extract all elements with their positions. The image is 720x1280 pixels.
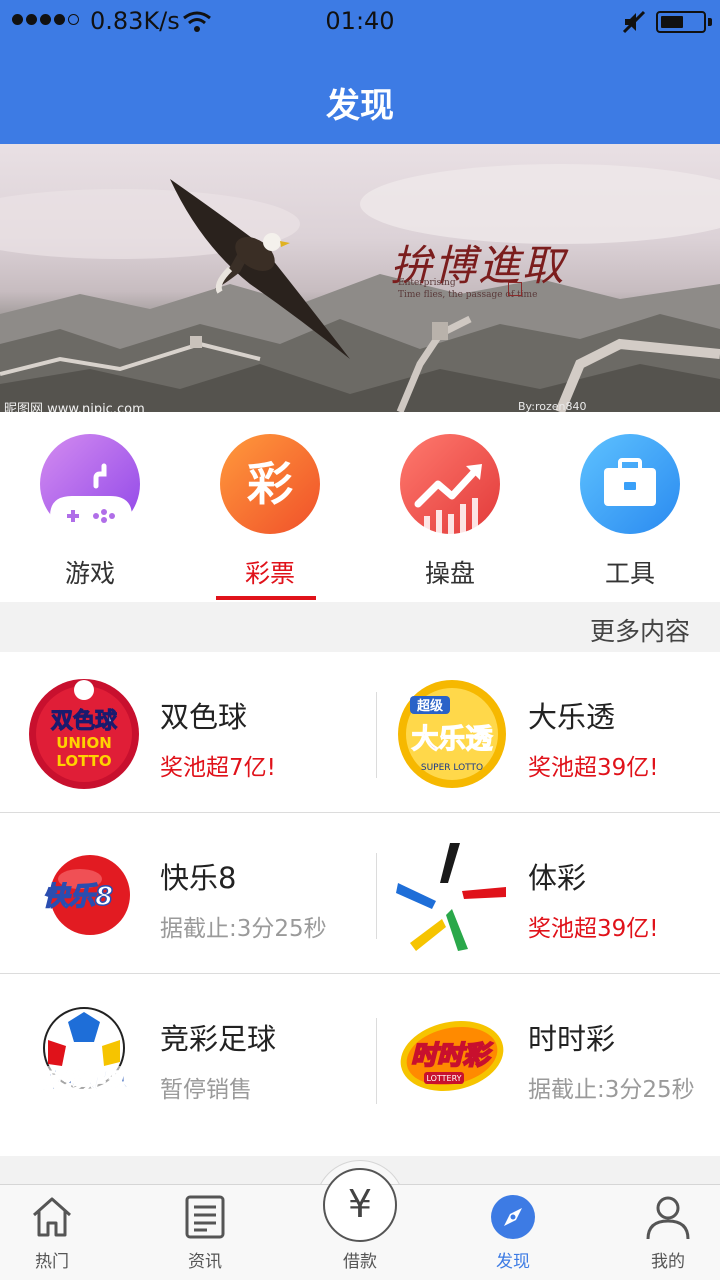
category-tabs: 游戏 彩 彩票 操盘 工具 xyxy=(0,412,720,602)
lottery-jackpot: 奖池超39亿! xyxy=(528,755,659,781)
lottery-jackpot: 奖池超7亿! xyxy=(160,755,276,781)
super-lotto-logo: 超级 大乐透 SUPER LOTTO xyxy=(398,680,506,788)
lottery-deadline: 据截止:3分25秒 xyxy=(528,1077,695,1103)
mute-icon xyxy=(622,10,646,34)
category-label-tools: 工具 xyxy=(604,559,655,588)
svg-text:时时彩: 时时彩 xyxy=(411,1041,493,1071)
banner-subtitle-1: Enterprising xyxy=(398,278,456,288)
banner-watermark-right: By:rozen840 No.20140404154027573 xyxy=(518,400,587,412)
lottery-status: 暂停销售 xyxy=(160,1077,252,1103)
svg-text:LOTTO: LOTTO xyxy=(56,752,111,770)
compass-icon xyxy=(491,1195,535,1239)
app-header: 发现 xyxy=(0,44,720,144)
svg-text:UNION: UNION xyxy=(56,734,112,752)
more-content-link[interactable]: 更多内容 xyxy=(590,612,690,648)
svg-text:双色球: 双色球 xyxy=(51,708,118,734)
lottery-item-sports-lottery[interactable]: 体彩 奖池超39亿! xyxy=(368,813,712,973)
lottery-name: 大乐透 xyxy=(528,700,616,734)
promo-banner[interactable]: 拚博進取 Enterprising Time flies, the passag… xyxy=(0,144,720,412)
union-lotto-logo: 双色球 UNION LOTTO xyxy=(29,679,139,789)
category-label-lottery: 彩票 xyxy=(244,559,295,588)
tab-hot[interactable]: 热门 xyxy=(0,1185,112,1280)
category-tab-games[interactable]: 游戏 xyxy=(0,412,180,602)
lottery-name: 双色球 xyxy=(160,700,248,734)
lottery-name: 快乐8 xyxy=(160,861,237,895)
tab-mine[interactable]: 我的 xyxy=(608,1185,720,1280)
toolbox-icon xyxy=(580,434,680,534)
kuaile8-logo: 快乐8 xyxy=(42,855,130,935)
tab-label-mine: 我的 xyxy=(651,1252,685,1272)
category-tab-trading[interactable]: 操盘 xyxy=(360,412,540,602)
news-icon xyxy=(185,1195,225,1239)
active-tab-indicator xyxy=(216,596,316,600)
tab-label-discover: 发现 xyxy=(496,1252,530,1272)
battery-tip xyxy=(708,18,712,26)
yen-icon[interactable]: ¥ xyxy=(323,1168,397,1242)
svg-text:超级: 超级 xyxy=(417,698,444,714)
football-logo: 竞彩足球 xyxy=(30,1007,138,1094)
status-bar: 0.83K/s 01:40 xyxy=(0,0,720,44)
category-label-trading: 操盘 xyxy=(424,559,475,588)
category-label-games: 游戏 xyxy=(64,559,115,588)
lottery-name: 体彩 xyxy=(528,861,587,895)
tab-label-news: 资讯 xyxy=(188,1252,222,1272)
svg-text:SUPER LOTTO: SUPER LOTTO xyxy=(421,763,483,773)
tab-news[interactable]: 资讯 xyxy=(145,1185,265,1280)
user-icon xyxy=(646,1196,690,1240)
lottery-jackpot: 奖池超39亿! xyxy=(528,916,659,942)
tab-discover[interactable]: 发现 xyxy=(453,1185,573,1280)
tab-label-loan: 借款 xyxy=(343,1252,377,1272)
home-icon xyxy=(33,1197,71,1237)
banner-landscape-image xyxy=(0,164,720,412)
shishicai-logo: 时时彩 LOTTERY xyxy=(400,1021,504,1091)
lottery-name: 时时彩 xyxy=(528,1022,616,1056)
battery-icon xyxy=(656,11,706,33)
sports-lottery-star-logo xyxy=(396,843,506,951)
lottery-grid: 双色球 UNION LOTTO 双色球 奖池超7亿! 超级 大乐透 SUPER … xyxy=(0,652,720,1156)
lottery-item-union-lotto[interactable]: 双色球 UNION LOTTO 双色球 奖池超7亿! xyxy=(0,652,344,812)
more-content-bar: 更多内容 xyxy=(0,602,720,652)
lottery-cai-icon: 彩 xyxy=(220,434,320,534)
svg-text:LOTTERY: LOTTERY xyxy=(426,1074,461,1083)
tab-label-hot: 热门 xyxy=(35,1252,69,1272)
category-tab-tools[interactable]: 工具 xyxy=(540,412,720,602)
gamepad-icon xyxy=(40,434,140,534)
banner-seal-stamp xyxy=(508,282,522,296)
lottery-item-super-lotto[interactable]: 超级 大乐透 SUPER LOTTO 大乐透 奖池超39亿! xyxy=(368,652,712,812)
lottery-item-kuaile8[interactable]: 快乐8 快乐8 据截止:3分25秒 xyxy=(0,813,344,973)
trend-chart-icon xyxy=(400,434,500,534)
category-tab-lottery[interactable]: 彩 彩票 xyxy=(180,412,360,602)
status-time: 01:40 xyxy=(325,7,395,35)
lottery-item-football[interactable]: 竞彩足球 竞彩足球 暂停销售 xyxy=(0,974,344,1134)
lottery-item-shishicai[interactable]: 时时彩 LOTTERY 时时彩 据截止:3分25秒 xyxy=(368,974,712,1134)
page-title: 发现 xyxy=(326,86,394,126)
banner-watermark-left: 昵图网 www.nipic.com xyxy=(4,402,145,412)
lottery-name: 竞彩足球 xyxy=(160,1022,277,1056)
svg-text:大乐透: 大乐透 xyxy=(412,724,493,755)
lottery-deadline: 据截止:3分25秒 xyxy=(160,916,327,942)
svg-text:快乐8: 快乐8 xyxy=(43,882,113,912)
svg-text:竞彩足球: 竞彩足球 xyxy=(40,1068,132,1094)
